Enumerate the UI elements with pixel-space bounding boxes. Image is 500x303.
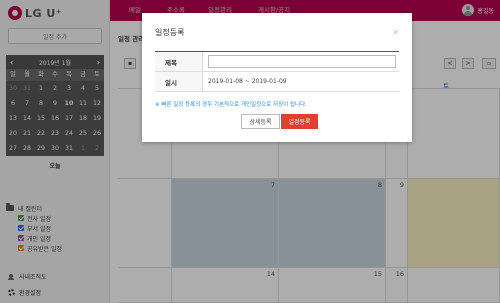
close-icon[interactable]: ✕	[392, 28, 399, 37]
subject-label: 제목	[155, 52, 203, 71]
dialog-title: 일정등록	[155, 28, 185, 37]
register-button[interactable]: 일정등록	[281, 114, 318, 129]
dialog-notice: ※ 빠른 일정 등록의 경우 기본적으로 개인일정으로 저장이 됩니다.	[155, 102, 307, 108]
subject-row: 제목	[155, 52, 399, 72]
schedule-register-dialog: 일정등록 ✕ 제목 일시 2019-01-08 ~ 2019-01-09 ※ 빠…	[142, 13, 412, 142]
schedule-form: 제목 일시 2019-01-08 ~ 2019-01-09	[155, 51, 399, 92]
subject-input[interactable]	[208, 55, 396, 68]
detail-register-button[interactable]: 상세등록	[241, 114, 280, 129]
date-label: 일시	[155, 72, 203, 91]
date-range-value: 2019-01-08 ~ 2019-01-09	[208, 78, 287, 85]
subject-value-cell	[203, 52, 399, 71]
date-row: 일시 2019-01-08 ~ 2019-01-09	[155, 72, 399, 92]
